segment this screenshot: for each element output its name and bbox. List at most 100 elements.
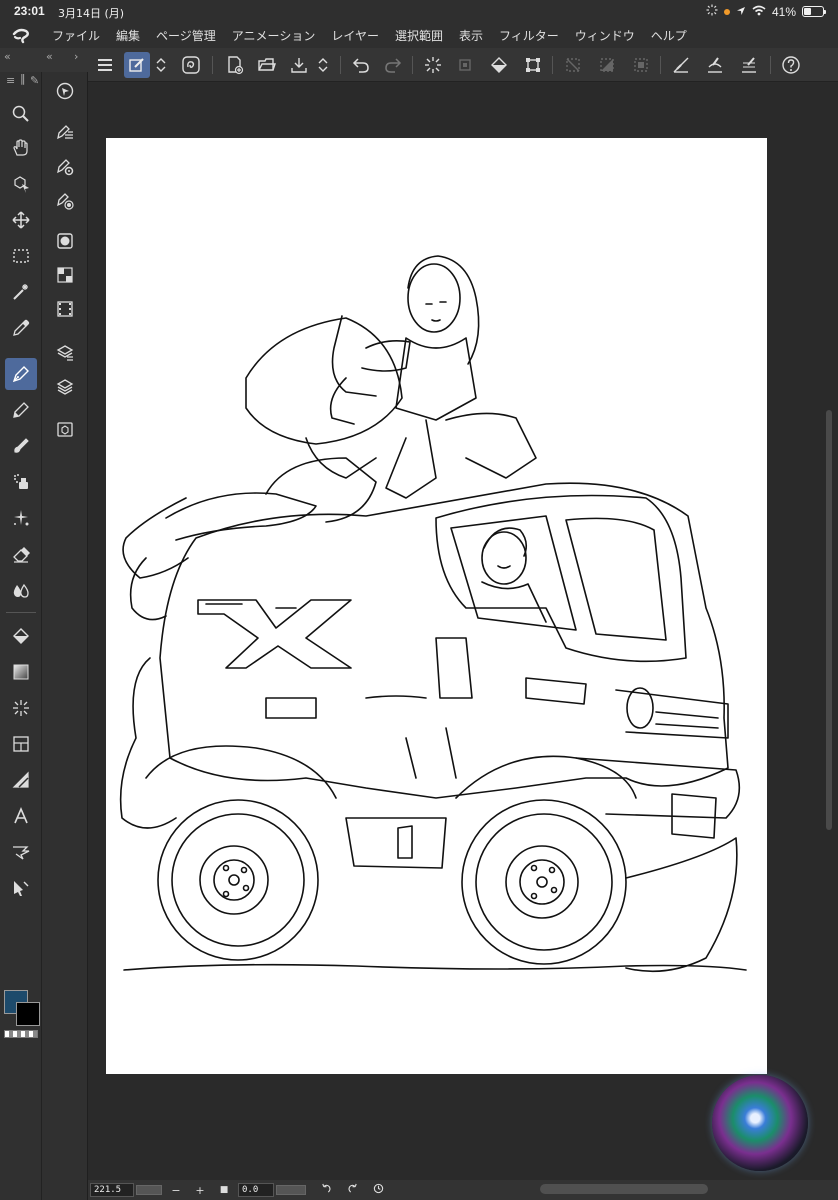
menu-filter[interactable]: フィルター	[491, 24, 567, 48]
canvas-settings-icon[interactable]	[124, 52, 150, 78]
drawing-canvas[interactable]	[106, 138, 767, 1074]
girl-top-head	[407, 263, 461, 333]
menu-view[interactable]: 表示	[451, 24, 491, 48]
vehicle-body	[159, 482, 729, 799]
menu-file[interactable]: ファイル	[44, 24, 108, 48]
airbrush-icon[interactable]	[5, 466, 37, 498]
open-folder-icon[interactable]	[254, 52, 280, 78]
hand-icon[interactable]	[5, 132, 37, 164]
ruler-icon[interactable]	[5, 764, 37, 796]
zoom-field[interactable]: 221.5	[90, 1183, 134, 1197]
navigator-icon[interactable]	[50, 76, 80, 106]
reset-rotation-icon[interactable]	[370, 1183, 386, 1197]
menu-edit[interactable]: 編集	[108, 24, 148, 48]
clear-icon[interactable]	[452, 52, 478, 78]
ground-line	[123, 963, 747, 971]
menu-layer[interactable]: レイヤー	[323, 24, 387, 48]
menu-icon[interactable]	[92, 52, 118, 78]
redo-icon[interactable]	[380, 52, 406, 78]
zoom-slider[interactable]	[136, 1185, 162, 1195]
palette-grip-icon[interactable]: ‖	[20, 72, 26, 85]
text-icon[interactable]	[5, 800, 37, 832]
material-icon[interactable]	[50, 414, 80, 444]
layer-property-icon[interactable]	[50, 338, 80, 368]
subpalette-expand-right-icon[interactable]: ›	[74, 50, 78, 63]
correct-line-icon[interactable]	[5, 872, 37, 904]
fill-icon[interactable]	[5, 620, 37, 652]
status-date: 3月14日 (月)	[58, 7, 125, 20]
menu-animation[interactable]: アニメーション	[224, 24, 324, 48]
frame-icon[interactable]	[5, 728, 37, 760]
color-set-icon[interactable]	[50, 260, 80, 290]
subpalette-collapse-left-icon[interactable]: «	[46, 50, 53, 63]
zoom-out-button[interactable]: −	[168, 1184, 184, 1197]
transform-icon[interactable]	[520, 52, 546, 78]
brush-size-icon[interactable]	[50, 186, 80, 216]
horizontal-scrollbar[interactable]	[540, 1184, 708, 1194]
command-bar	[0, 48, 838, 82]
fit-view-button[interactable]: ■	[216, 1185, 232, 1195]
blend-icon[interactable]	[5, 574, 37, 606]
grid-snap-icon[interactable]	[736, 52, 762, 78]
figure-icon[interactable]	[5, 692, 37, 724]
menu-window[interactable]: ウィンドウ	[567, 24, 643, 48]
save-icon[interactable]	[286, 52, 312, 78]
gradient-icon[interactable]	[5, 656, 37, 688]
eyedropper-icon[interactable]	[5, 312, 37, 344]
tool-property-icon[interactable]	[50, 152, 80, 182]
up-down-icon[interactable]	[314, 52, 332, 78]
rotate-right-icon[interactable]	[344, 1183, 360, 1197]
fill-icon[interactable]	[486, 52, 512, 78]
battery-icon	[802, 6, 826, 17]
timeline-icon[interactable]	[50, 294, 80, 324]
eraser-icon[interactable]	[5, 538, 37, 570]
selection-icon[interactable]	[5, 240, 37, 272]
app-settings-icon[interactable]	[178, 52, 204, 78]
location-icon	[736, 5, 746, 19]
layer-icon[interactable]	[50, 372, 80, 402]
sub-tool-pen-layer-icon[interactable]	[50, 116, 80, 146]
rotate-left-icon[interactable]	[318, 1183, 334, 1197]
rotation-field[interactable]: 0.0	[238, 1183, 274, 1197]
wifi-icon	[752, 5, 766, 19]
menu-page-management[interactable]: ページ管理	[148, 24, 224, 48]
loading-indicator-icon	[706, 4, 718, 19]
invert-selection-icon[interactable]	[594, 52, 620, 78]
object-select-icon[interactable]	[5, 168, 37, 200]
auto-select-icon[interactable]	[5, 276, 37, 308]
palette-collapse-icon[interactable]: ≡	[6, 74, 15, 87]
loading-icon[interactable]	[420, 52, 446, 78]
sub-color-swatch[interactable]	[16, 1002, 40, 1026]
rotation-slider[interactable]	[276, 1185, 306, 1195]
siri-orb-icon[interactable]	[712, 1075, 808, 1171]
color-circle-icon[interactable]	[50, 226, 80, 256]
zoom-in-button[interactable]: +	[192, 1184, 208, 1197]
transparent-color-swatch[interactable]	[4, 1030, 38, 1038]
new-canvas-icon[interactable]	[222, 52, 248, 78]
pen-icon[interactable]	[5, 358, 37, 390]
rear-wheel	[157, 799, 319, 961]
palette-collapse-left-icon[interactable]: «	[4, 50, 11, 63]
deselect-icon[interactable]	[560, 52, 586, 78]
pencil-icon[interactable]	[5, 394, 37, 426]
ruler-snap-icon[interactable]	[668, 52, 694, 78]
app-logo-icon[interactable]	[0, 24, 44, 48]
menu-help[interactable]: ヘルプ	[643, 24, 695, 48]
undo-icon[interactable]	[348, 52, 374, 78]
battery-percent: 41%	[771, 4, 796, 19]
decoration-icon[interactable]	[5, 502, 37, 534]
tool-palette: ≡ ‖ ✎ «	[0, 50, 42, 1200]
balloon-icon[interactable]	[5, 836, 37, 868]
special-ruler-icon[interactable]	[702, 52, 728, 78]
brush-icon[interactable]	[5, 430, 37, 462]
status-right: 41%	[706, 4, 826, 19]
vertical-scrollbar[interactable]	[826, 410, 832, 830]
move-icon[interactable]	[5, 204, 37, 236]
help-icon[interactable]	[778, 52, 804, 78]
menu-selection[interactable]: 選択範囲	[387, 24, 451, 48]
show-selection-icon[interactable]	[628, 52, 654, 78]
line-art-drawing	[119, 255, 747, 973]
zoom-icon[interactable]	[5, 98, 37, 130]
front-wheel	[461, 799, 627, 965]
up-down-icon[interactable]	[152, 52, 170, 78]
